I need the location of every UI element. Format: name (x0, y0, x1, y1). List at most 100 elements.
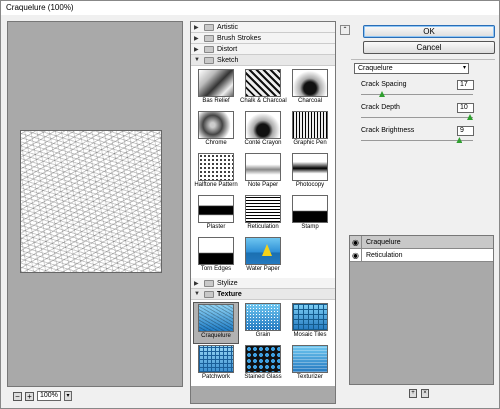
window-title: Craquelure (100%) (1, 1, 499, 15)
filter-thumbnail[interactable]: Graphic Pen (287, 110, 333, 152)
zoom-level-field[interactable]: 100% (37, 391, 61, 401)
filter-preview-image (292, 111, 328, 139)
filter-preview-image (292, 69, 328, 97)
filter-preview-image (198, 345, 234, 373)
zoom-dropdown-icon[interactable]: ▾ (64, 391, 72, 401)
eye-icon[interactable]: ◉ (350, 235, 362, 249)
param-label: Crack Depth (361, 104, 400, 111)
eye-icon[interactable]: ◉ (350, 248, 362, 262)
filter-thumbnail[interactable]: Chalk & Charcoal (240, 68, 287, 110)
filter-preview-image (198, 304, 234, 332)
param-slider-track[interactable] (361, 117, 473, 118)
filter-thumbnail[interactable]: Halftone Pattern (193, 152, 239, 194)
chevron-down-icon: ▾ (462, 65, 466, 71)
cancel-button[interactable]: Cancel (363, 41, 495, 54)
folder-texture[interactable]: ▼ Texture (191, 289, 335, 300)
zoom-in-button[interactable]: + (25, 391, 34, 401)
filter-select[interactable]: Craquelure ▾ (354, 63, 469, 74)
filter-label: Mosaic Tiles (293, 332, 327, 338)
filter-thumbnail[interactable]: Stained Glass (240, 344, 286, 386)
filter-thumbnail[interactable]: Reticulation (240, 194, 286, 236)
folder-sketch[interactable]: ▼ Sketch (191, 55, 335, 66)
collapse-icon[interactable]: ⌃ (340, 25, 350, 35)
folder-label: Sketch (217, 56, 239, 64)
filter-preview-image (292, 345, 328, 373)
folder-label: Distort (217, 45, 238, 53)
expanded-triangle-icon: ▼ (194, 57, 200, 63)
effect-layer-name: Craquelure (366, 238, 401, 246)
filter-preview-image (245, 69, 281, 97)
folder-distort[interactable]: ▶ Distort (191, 44, 335, 55)
filter-thumbnail[interactable]: Texturizer (287, 344, 333, 386)
filter-preview-image (198, 237, 234, 265)
param-label: Crack Brightness (361, 127, 415, 134)
filter-label: Craquelure (201, 333, 231, 339)
filter-label: Chrome (205, 140, 227, 146)
filter-thumbnail[interactable]: Grain (240, 302, 286, 344)
param-value-field[interactable]: 10 (457, 103, 474, 113)
filter-label: Halftone Pattern (194, 182, 238, 188)
folder-icon (204, 56, 214, 64)
filter-preview-image (292, 195, 328, 223)
filter-preview-image (245, 303, 281, 331)
param-label: Crack Spacing (361, 81, 407, 88)
filter-label: Chalk & Charcoal (240, 98, 287, 104)
filter-thumbnail[interactable]: Water Paper (240, 236, 286, 278)
filter-thumbnail[interactable]: Craquelure (193, 302, 239, 344)
param-slider-track[interactable] (361, 140, 473, 141)
filter-thumbnail[interactable]: Torn Edges (193, 236, 239, 278)
texture-thumbnails: Craquelure Grain Mosaic Tiles Patchwork Stai… (191, 300, 335, 386)
folder-stylize[interactable]: ▶ Stylize (191, 278, 335, 289)
param-value-field[interactable]: 17 (457, 80, 474, 90)
filter-preview-image (198, 153, 234, 181)
param-value-field[interactable]: 9 (457, 126, 474, 136)
filter-gallery-window: Craquelure (100%) − + 100% ▾ ▶ Artistic ▶ B… (0, 0, 500, 409)
filter-select-value: Craquelure (358, 65, 393, 72)
filter-label: Reticulation (247, 224, 279, 230)
preview-area[interactable] (7, 21, 183, 387)
filter-preview-image (198, 69, 234, 97)
filter-thumbnail[interactable]: Plaster (193, 194, 239, 236)
folder-label: Artistic (217, 23, 238, 31)
filter-preview-image (245, 153, 281, 181)
gallery-empty-space (191, 386, 335, 403)
filter-thumbnail[interactable]: Stamp (287, 194, 333, 236)
filter-preview-image (245, 237, 281, 265)
filter-gallery: ▶ Artistic ▶ Brush Strokes ▶ Distort ▼ Sketch Ba… (190, 21, 336, 404)
filter-preview-image (198, 195, 234, 223)
filter-label: Bas Relief (202, 98, 230, 104)
param-slider-track[interactable] (361, 94, 473, 95)
filter-label: Note Paper (247, 182, 279, 188)
folder-brush-strokes[interactable]: ▶ Brush Strokes (191, 33, 335, 44)
filter-thumbnail[interactable]: Charcoal (287, 68, 333, 110)
filter-thumbnail[interactable]: Mosaic Tiles (287, 302, 333, 344)
param-crack-spacing: Crack Spacing 17 (361, 80, 474, 99)
folder-label: Brush Strokes (217, 34, 261, 42)
divider (351, 59, 495, 60)
filter-label: Grain (255, 332, 271, 338)
filter-thumbnail[interactable]: Photocopy (287, 152, 333, 194)
zoom-out-button[interactable]: − (13, 391, 22, 401)
filter-label: Stamp (301, 224, 319, 230)
filter-thumbnail[interactable]: Conté Crayon (240, 110, 286, 152)
filter-preview-image (198, 111, 234, 139)
effect-layers-panel: ◉ Craquelure ◉ Reticulation (349, 235, 494, 385)
effect-layer-row[interactable]: ◉ Craquelure (350, 235, 493, 249)
folder-icon (204, 279, 214, 287)
filter-thumbnail[interactable]: Bas Relief (193, 68, 239, 110)
filter-label: Patchwork (201, 374, 230, 380)
layer-controls: + × (409, 389, 429, 398)
filter-label: Photocopy (295, 182, 325, 188)
filter-label: Plaster (206, 224, 226, 230)
filter-thumbnail[interactable]: Patchwork (193, 344, 239, 386)
filter-thumbnail[interactable]: Chrome (193, 110, 239, 152)
folder-artistic[interactable]: ▶ Artistic (191, 22, 335, 33)
filter-label: Graphic Pen (293, 140, 327, 146)
trash-icon[interactable]: × (421, 389, 429, 398)
filter-thumbnail[interactable]: Note Paper (240, 152, 286, 194)
filter-label: Water Paper (246, 266, 280, 272)
new-layer-icon[interactable]: + (409, 389, 417, 398)
effect-layer-row[interactable]: ◉ Reticulation (350, 248, 493, 262)
ok-button[interactable]: OK (363, 25, 495, 38)
expanded-triangle-icon: ▼ (194, 291, 200, 297)
